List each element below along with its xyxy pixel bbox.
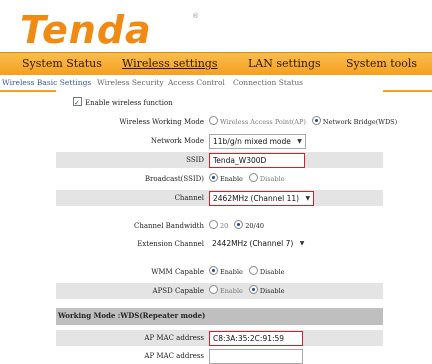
enable-wireless-row: Enable wireless function xyxy=(56,95,383,111)
network-mode-row: Network Mode 11b/g/n mixed mode ▼ xyxy=(56,133,383,149)
ap-mac-label-2: AP MAC address xyxy=(144,352,204,360)
subtab-wireless-basic-settings[interactable]: Wireless Basic Settings xyxy=(2,75,91,90)
ap-mode-label: Wireless Access Point(AP) xyxy=(220,118,306,126)
extension-channel-select[interactable]: 2442MHz (Channel 7) ▼ xyxy=(209,237,307,250)
channel-value: 2462MHz (Channel 11) xyxy=(213,194,300,203)
wmm-disable-radio[interactable] xyxy=(248,266,258,275)
subtab-connection-status[interactable]: Connection Status xyxy=(233,75,303,90)
wds-mode-radio[interactable] xyxy=(311,116,321,125)
apsd-label: APSD Capable xyxy=(152,287,204,295)
enable-wireless-label: Enable wireless function xyxy=(85,99,173,107)
chevron-down-icon: ▼ xyxy=(297,138,302,145)
wmm-row: WMM Capable Enable Disable xyxy=(56,264,383,280)
ssid-label: SSID xyxy=(186,156,204,164)
ap-mac-label-1: AP MAC address xyxy=(144,334,204,342)
apsd-row: APSD Capable Enable Disable xyxy=(56,283,383,299)
subtab-access-control[interactable]: Access Control xyxy=(168,75,225,90)
broadcast-enable-radio[interactable] xyxy=(209,173,218,182)
bandwidth-20-40-label: 20/40 xyxy=(245,222,265,230)
broadcast-enable-label: Enable xyxy=(220,175,243,183)
wds-section-header: Working Mode :WDS(Repeater mode) xyxy=(56,308,383,325)
channel-select[interactable]: 2462MHz (Channel 11) ▼ xyxy=(209,191,315,206)
extension-channel-label: Extension Channel xyxy=(137,240,204,248)
apsd-disable-radio[interactable] xyxy=(248,285,258,294)
wmm-label: WMM Capable xyxy=(151,268,204,276)
main-navigation: System Status Wireless settings LAN sett… xyxy=(0,52,432,76)
bandwidth-row: Channel Bandwidth 20 20/40 xyxy=(56,218,383,234)
wmm-enable-label: Enable xyxy=(220,268,243,276)
chevron-down-icon: ▼ xyxy=(299,240,305,247)
enable-wireless-checkbox[interactable] xyxy=(73,95,82,111)
wds-header-text: Working Mode :WDS(Repeater mode) xyxy=(58,311,206,320)
bandwidth-20-label: 20 xyxy=(220,222,229,230)
wmm-disable-label: Disable xyxy=(259,268,285,276)
apsd-enable-radio[interactable] xyxy=(209,285,218,294)
bandwidth-label: Channel Bandwidth xyxy=(134,222,204,230)
broadcast-disable-label: Disable xyxy=(259,175,285,183)
ssid-row: SSID Tenda_W300D xyxy=(56,152,383,168)
network-mode-select[interactable]: 11b/g/n mixed mode ▼ xyxy=(209,134,306,149)
bandwidth-20-40-radio[interactable] xyxy=(234,220,244,229)
extension-channel-value: 2442MHz (Channel 7) xyxy=(212,239,294,248)
channel-row: Channel 2462MHz (Channel 11) ▼ xyxy=(56,190,383,206)
broadcast-row: Broadcast(SSID) Enable Disable xyxy=(56,171,383,187)
working-mode-row: Wireless Working Mode Wireless Access Po… xyxy=(56,114,397,130)
apsd-disable-label: Disable xyxy=(259,287,285,295)
ap-mac-row-1: AP MAC address C8:3A:35:2C:91:59 xyxy=(56,330,383,346)
ap-mode-radio[interactable] xyxy=(209,116,218,125)
ap-mac-row-2: AP MAC address xyxy=(56,348,383,364)
ap-mac-input-2[interactable] xyxy=(209,349,303,364)
wireless-basic-settings-form: Enable wireless function Wireless Workin… xyxy=(56,90,397,364)
working-mode-label: Wireless Working Mode xyxy=(119,118,204,126)
tab-system-tools[interactable]: System tools xyxy=(346,53,417,75)
extension-channel-row: Extension Channel 2442MHz (Channel 7) ▼ xyxy=(56,236,383,252)
apsd-enable-label: Enable xyxy=(220,287,243,295)
network-mode-label: Network Mode xyxy=(150,137,204,145)
broadcast-disable-radio[interactable] xyxy=(248,173,258,182)
channel-label: Channel xyxy=(174,194,204,202)
ssid-input[interactable]: Tenda_W300D xyxy=(209,153,305,168)
logo-text: Tenda xyxy=(20,8,152,52)
chevron-down-icon: ▼ xyxy=(305,195,311,202)
tab-wireless-settings[interactable]: Wireless settings xyxy=(122,53,218,75)
wmm-enable-radio[interactable] xyxy=(209,266,218,275)
wds-mode-label: Network Bridge(WDS) xyxy=(322,118,398,126)
tab-lan-settings[interactable]: LAN settings xyxy=(248,53,321,75)
ap-mac-input-1[interactable]: C8:3A:35:2C:91:59 xyxy=(209,331,303,346)
registered-mark: ® xyxy=(192,12,199,20)
broadcast-label: Broadcast(SSID) xyxy=(144,175,204,183)
bandwidth-20-radio[interactable] xyxy=(209,220,218,229)
network-mode-value: 11b/g/n mixed mode xyxy=(213,137,291,146)
subtab-wireless-security[interactable]: Wireless Security xyxy=(97,75,164,90)
tab-system-status[interactable]: System Status xyxy=(22,53,102,75)
